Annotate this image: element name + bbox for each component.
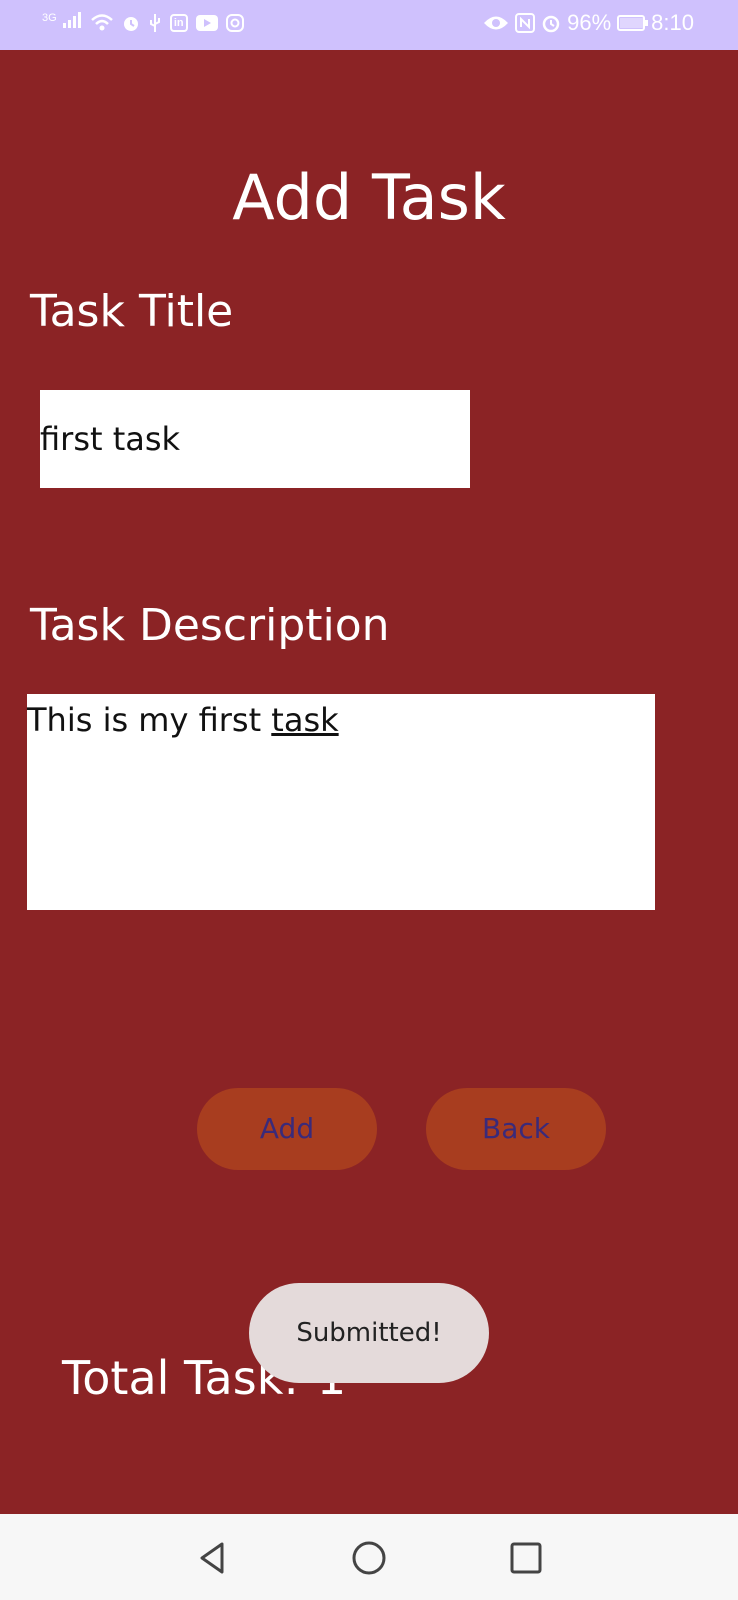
battery-icon	[617, 15, 649, 31]
task-title-input[interactable]: first task	[40, 390, 470, 488]
instagram-icon	[225, 13, 244, 32]
circle-home-icon[interactable]	[349, 1538, 389, 1578]
add-button[interactable]: Add	[197, 1088, 377, 1170]
signal-icon: 3G	[42, 12, 82, 33]
eye-icon	[484, 16, 509, 30]
navigation-bar	[0, 1514, 738, 1600]
status-right-icons: 96% 8:10	[483, 10, 694, 36]
task-description-input[interactable]: This is my first task	[27, 694, 655, 910]
status-bar: 3G in 96% 8:10	[0, 0, 738, 50]
task-description-underlined-word: task	[271, 701, 339, 739]
status-left-icons: 3G in	[42, 12, 244, 33]
wifi-icon	[90, 13, 113, 30]
clock-time: 8:10	[651, 10, 694, 35]
usb-icon	[149, 13, 160, 32]
battery-percent: 96%	[567, 10, 612, 35]
network-type: 3G	[42, 12, 57, 24]
square-recents-icon[interactable]	[506, 1538, 546, 1578]
task-title-label: Task Title	[30, 286, 234, 337]
toast-message: Submitted!	[249, 1283, 489, 1383]
task-description-text: This is my first	[27, 701, 272, 739]
alarm-clock-icon	[542, 15, 560, 33]
page-title: Add Task	[232, 161, 506, 234]
task-description-label: Task Description	[30, 600, 390, 651]
back-button[interactable]: Back	[426, 1088, 606, 1170]
signal-bars-icon	[62, 12, 81, 28]
triangle-back-icon[interactable]	[194, 1538, 234, 1578]
youtube-icon	[195, 14, 218, 31]
alarm-icon	[123, 16, 138, 31]
linkedin-icon: in	[169, 13, 188, 32]
nfc-icon	[515, 13, 536, 33]
task-title-value: first task	[40, 420, 181, 458]
